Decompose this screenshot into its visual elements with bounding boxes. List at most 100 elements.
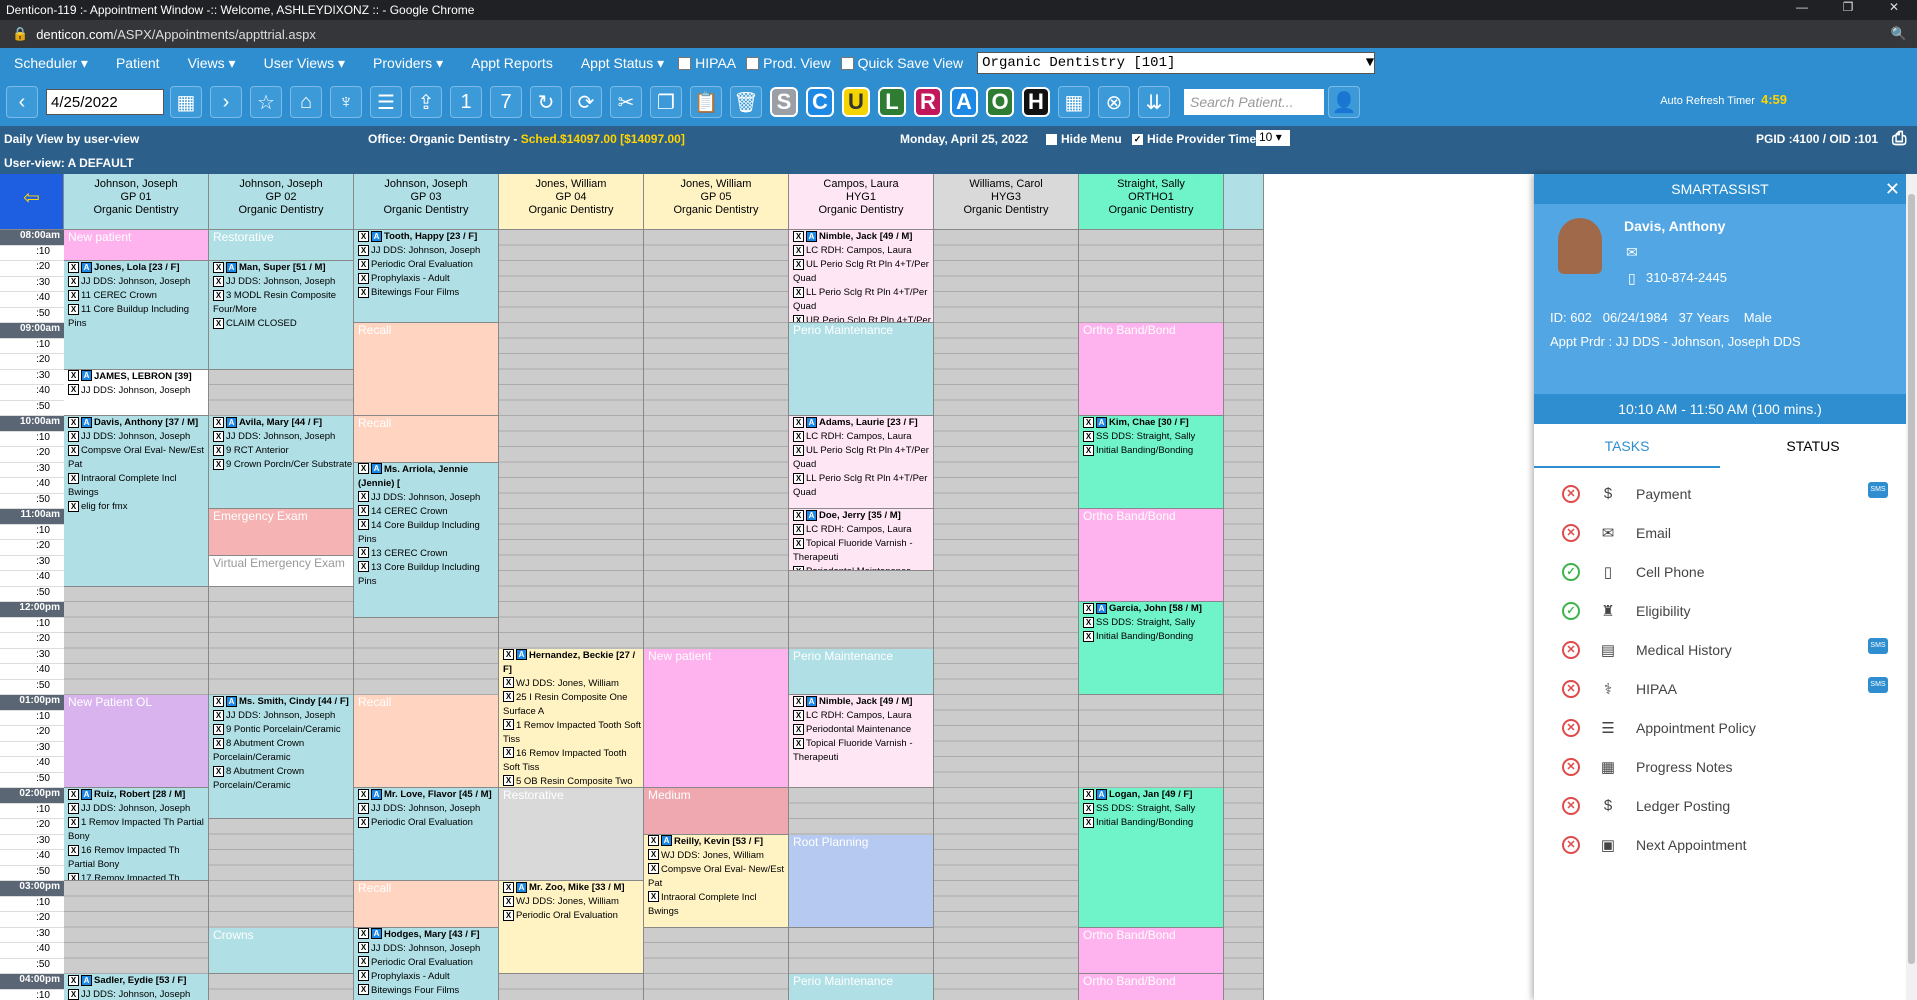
status-x-icon[interactable]: X <box>358 547 369 559</box>
appointment-card[interactable]: X A Kim, Chae [30 / F] X SS DDS: Straight, S… <box>1079 416 1223 509</box>
status-l-button[interactable]: L <box>878 87 906 117</box>
status-x-icon[interactable]: X <box>1083 802 1094 814</box>
patient-search-input[interactable]: Search Patient... <box>1184 89 1324 115</box>
provider-column[interactable]: X A Nimble, Jack [49 / M] X LC RDH: Campos, … <box>789 230 934 1000</box>
vertical-scrollbar[interactable] <box>1906 174 1917 1000</box>
appointment-card[interactable]: X A Ms. Smith, Cindy [44 / F] X JJ DDS: John… <box>209 695 353 819</box>
appointment-card[interactable]: X A Mr. Love, Flavor [45 / M] X JJ DDS: John… <box>354 788 498 881</box>
schedule-block[interactable]: New patient <box>64 230 208 261</box>
provider-column[interactable]: Restorative X A Man, Super [51 / M] X JJ DDS:… <box>209 230 354 1000</box>
provider-column[interactable]: X A Tooth, Happy [23 / F] X JJ DDS: Johnson,… <box>354 230 499 1000</box>
provider-header-2[interactable]: Johnson, Joseph GP 02 Organic Dentistry <box>209 174 354 230</box>
zoom-icon[interactable]: 🔍 <box>1891 26 1907 42</box>
menu-providers[interactable]: Providers ▾ <box>373 55 443 72</box>
appointment-card[interactable]: X A Doe, Jerry [35 / M] X LC RDH: Campos, La… <box>789 509 933 571</box>
schedule-block[interactable]: Restorative <box>209 230 353 261</box>
status-x-icon[interactable]: X <box>213 723 224 735</box>
status-x-icon[interactable]: X <box>1083 616 1094 628</box>
email-icon[interactable]: ✉ <box>1626 244 1638 261</box>
status-u-button[interactable]: U <box>842 87 870 117</box>
status-x-icon[interactable]: X <box>213 317 224 329</box>
schedule-block[interactable]: Ortho Band/Bond <box>1079 323 1223 416</box>
status-x-icon[interactable]: X <box>503 691 514 703</box>
paste-icon[interactable]: 📋 <box>690 86 722 118</box>
menu-patient[interactable]: Patient <box>116 55 160 71</box>
status-x-icon[interactable]: X <box>213 458 224 470</box>
status-x-icon[interactable]: X <box>68 384 79 396</box>
schedule-block[interactable]: Recall <box>354 695 498 788</box>
task-row[interactable]: ✕ ⚕ HIPAA SMS <box>1534 669 1906 708</box>
status-x-icon[interactable]: X <box>68 444 79 456</box>
schedule-block[interactable]: Recall <box>354 416 498 463</box>
status-x-icon[interactable]: X <box>213 737 224 749</box>
close-window-icon[interactable]: ✕ <box>1871 0 1917 14</box>
task-row[interactable]: ✕ ▦ Progress Notes <box>1534 747 1906 786</box>
provider-column[interactable]: New patient Medium X A Reilly, Kevin [53 / F… <box>644 230 789 1000</box>
status-x-icon[interactable]: X <box>358 491 369 503</box>
status-x-icon[interactable]: X <box>793 695 804 707</box>
status-x-icon[interactable]: X <box>358 505 369 517</box>
status-x-icon[interactable]: X <box>358 984 369 996</box>
status-x-icon[interactable]: X <box>503 775 514 787</box>
appointment-card[interactable]: X A Mr. Zoo, Mike [33 / M] X WJ DDS: Jones, … <box>499 881 643 974</box>
status-x-icon[interactable]: X <box>793 523 804 535</box>
status-x-icon[interactable]: X <box>793 244 804 256</box>
provider-header-9[interactable] <box>1224 174 1264 230</box>
provider-column[interactable] <box>934 230 1079 1000</box>
favorite-icon[interactable]: ☆ <box>250 86 282 118</box>
status-x-icon[interactable]: X <box>358 970 369 982</box>
schedule-block[interactable]: Medium <box>644 788 788 835</box>
schedule-block[interactable]: Emergency Exam <box>209 509 353 556</box>
prod-view-checkbox[interactable]: Prod. View <box>746 55 831 71</box>
task-row[interactable]: ✕ ▣ Next Appointment <box>1534 825 1906 864</box>
quick-save-view-checkbox[interactable]: Quick Save View <box>840 55 963 71</box>
status-x-icon[interactable]: X <box>793 416 804 428</box>
provider-header-3[interactable]: Johnson, Joseph GP 03 Organic Dentistry <box>354 174 499 230</box>
status-x-icon[interactable]: X <box>1083 788 1094 800</box>
status-x-icon[interactable]: X <box>213 289 224 301</box>
interval-select[interactable]: 10 ▾ <box>1256 130 1290 146</box>
sync-icon[interactable]: ⟳ <box>570 86 602 118</box>
schedule-block[interactable]: Perio Maintenance <box>789 323 933 416</box>
sms-icon[interactable]: SMS <box>1868 638 1888 654</box>
copy-icon[interactable]: ❐ <box>650 86 682 118</box>
status-x-icon[interactable]: X <box>1083 630 1094 642</box>
status-x-icon[interactable]: X <box>213 261 224 273</box>
status-x-icon[interactable]: X <box>358 519 369 531</box>
status-x-icon[interactable]: X <box>68 416 79 428</box>
task-row[interactable]: ✕ ☰ Appointment Policy <box>1534 708 1906 747</box>
minimize-icon[interactable]: — <box>1779 0 1825 14</box>
status-x-icon[interactable]: X <box>68 974 79 986</box>
status-c-button[interactable]: C <box>806 87 834 117</box>
status-x-icon[interactable]: X <box>213 416 224 428</box>
schedule-block[interactable]: Restorative <box>499 788 643 881</box>
status-x-icon[interactable]: X <box>68 988 79 1000</box>
status-x-icon[interactable]: X <box>68 802 79 814</box>
status-x-icon[interactable]: X <box>648 891 659 903</box>
status-x-icon[interactable]: X <box>503 649 514 661</box>
status-x-icon[interactable]: X <box>68 816 79 828</box>
appointment-card[interactable]: X A Ruiz, Robert [28 / M] X JJ DDS: Johnson,… <box>64 788 208 881</box>
appointment-card[interactable]: X A Reilly, Kevin [53 / F] X WJ DDS: Jones, … <box>644 834 788 928</box>
day-1-icon[interactable]: 1 <box>450 86 482 118</box>
schedule-block[interactable]: Perio Maintenance <box>789 648 933 695</box>
status-x-icon[interactable]: X <box>793 286 804 298</box>
status-x-icon[interactable]: X <box>648 849 659 861</box>
task-row[interactable]: ✓ ▯ Cell Phone <box>1534 552 1906 591</box>
task-row[interactable]: ✕ $ Payment SMS <box>1534 474 1906 513</box>
delete-icon[interactable]: 🗑 <box>730 86 762 118</box>
date-input[interactable]: 4/25/2022 <box>46 89 164 115</box>
status-x-icon[interactable]: X <box>793 258 804 270</box>
status-x-icon[interactable]: X <box>793 737 804 749</box>
task-row[interactable]: ✕ ✉ Email <box>1534 513 1906 552</box>
user-icon[interactable]: 👤 <box>1328 86 1360 118</box>
status-x-icon[interactable]: X <box>68 261 79 273</box>
schedule-block[interactable]: Ortho Band/Bond <box>1079 927 1223 974</box>
address-bar[interactable]: 🔒 denticon.com/ASPX/Appointments/appttri… <box>0 20 1917 48</box>
menu-appt-reports[interactable]: Appt Reports <box>471 55 553 71</box>
menu-appt-status[interactable]: Appt Status ▾ <box>581 55 664 72</box>
status-x-icon[interactable]: X <box>68 844 79 856</box>
appointment-card[interactable]: X A Davis, Anthony [37 / M] X JJ DDS: Johnso… <box>64 416 208 587</box>
refresh-icon[interactable]: ↻ <box>530 86 562 118</box>
status-x-icon[interactable]: X <box>358 244 369 256</box>
